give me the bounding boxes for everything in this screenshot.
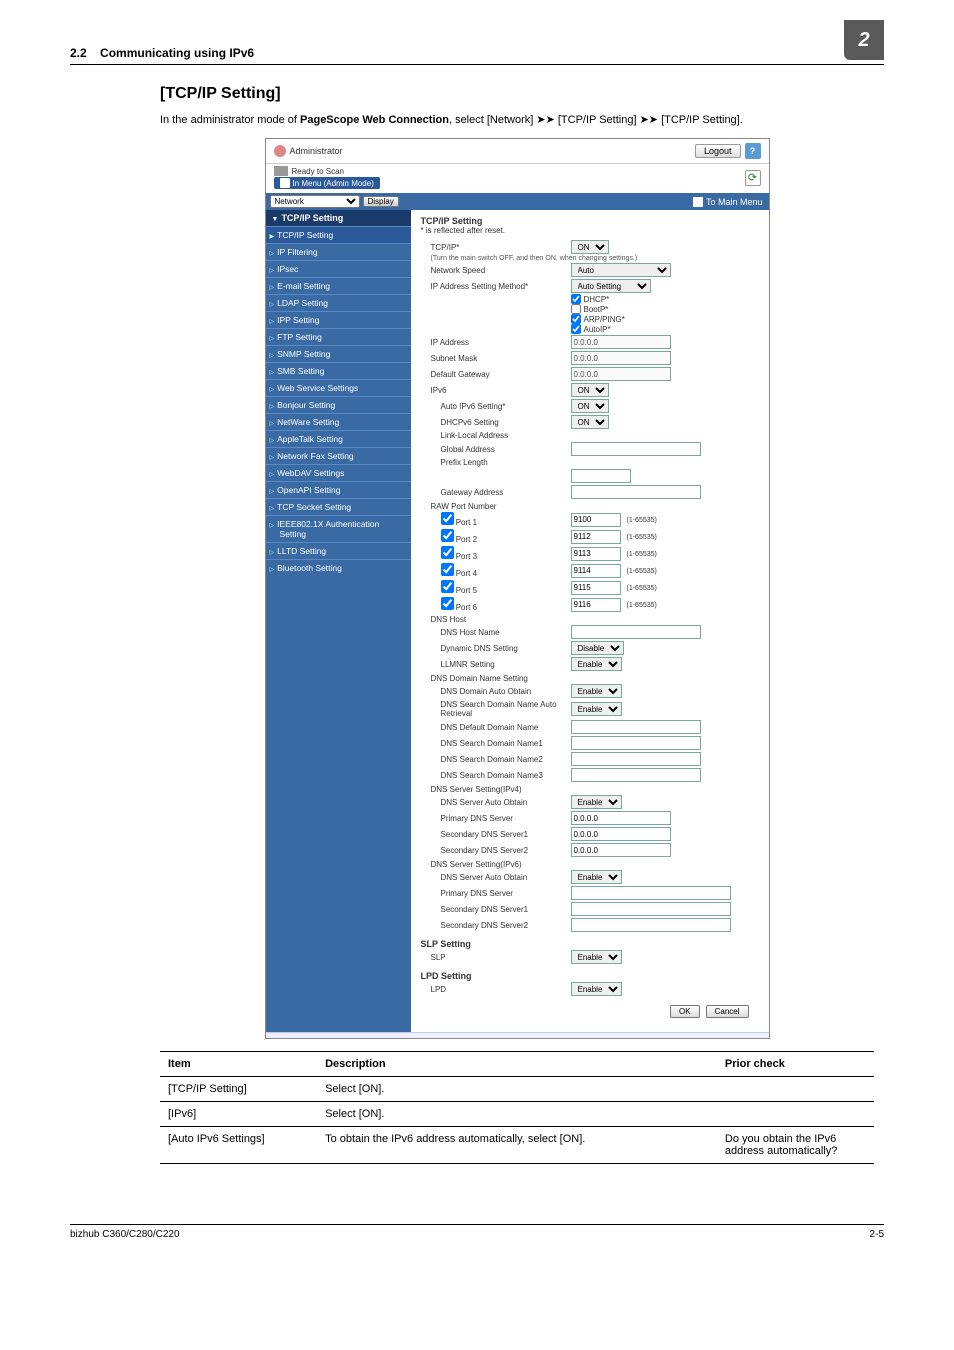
ddn-input[interactable] [571, 720, 701, 734]
dnshost-input[interactable] [571, 625, 701, 639]
gateway6-input[interactable] [571, 485, 701, 499]
dda-select[interactable]: Enable [571, 684, 622, 698]
autoip-check[interactable] [571, 324, 581, 334]
sidebar-item[interactable]: FTP Setting [266, 328, 411, 345]
settings-panel: TCP/IP Setting * is reflected after rese… [411, 210, 769, 1032]
dhcp-check[interactable] [571, 294, 581, 304]
dyndns-select[interactable]: Disable [571, 641, 624, 655]
autoipv6-select[interactable]: ON [571, 399, 609, 413]
main-menu-icon [693, 197, 703, 207]
dhcpv6-select[interactable]: ON [571, 415, 609, 429]
slp-select[interactable]: Enable [571, 950, 622, 964]
intro-text: In the administrator mode of PageScope W… [160, 113, 874, 128]
lpd-select[interactable]: Enable [571, 982, 622, 996]
display-button[interactable]: Display [363, 196, 399, 207]
port-input[interactable] [571, 564, 621, 578]
sidebar-item[interactable]: LLTD Setting [266, 542, 411, 559]
port-input[interactable] [571, 598, 621, 612]
network-select[interactable]: Network [270, 195, 360, 208]
panel-title: TCP/IP Setting [421, 216, 759, 226]
pdns-input[interactable] [571, 811, 671, 825]
sidebar-item[interactable]: TCP/IP Setting [266, 226, 411, 243]
page-title: [TCP/IP Setting] [160, 85, 874, 103]
doc-icon [280, 178, 290, 188]
pdns6-input[interactable] [571, 886, 731, 900]
table-row: [IPv6]Select [ON]. [160, 1102, 874, 1127]
gateway-input[interactable] [571, 367, 671, 381]
port-check[interactable] [441, 580, 454, 593]
refresh-icon[interactable]: ⟳ [745, 170, 761, 186]
port-input[interactable] [571, 513, 621, 527]
dsso4-select[interactable]: Enable [571, 795, 622, 809]
sidebar-item[interactable]: TCP Socket Setting [266, 498, 411, 515]
logout-button[interactable]: Logout [695, 144, 741, 158]
table-row: [Auto IPv6 Settings]To obtain the IPv6 a… [160, 1127, 874, 1164]
footer-page: 2-5 [870, 1229, 884, 1240]
to-main-menu[interactable]: To Main Menu [706, 197, 763, 207]
chapter-number: 2 [844, 20, 884, 60]
table-row: [TCP/IP Setting]Select [ON]. [160, 1077, 874, 1102]
sidebar-item[interactable]: SNMP Setting [266, 345, 411, 362]
sidebar-item[interactable]: LDAP Setting [266, 294, 411, 311]
footer-model: bizhub C360/C280/C220 [70, 1229, 180, 1240]
port-input[interactable] [571, 581, 621, 595]
ipaddr-input[interactable] [571, 335, 671, 349]
sidebar-item[interactable]: Bluetooth Setting [266, 559, 411, 576]
sdns2-input[interactable] [571, 843, 671, 857]
dsn3-input[interactable] [571, 768, 701, 782]
port-check[interactable] [441, 529, 454, 542]
prefix-input[interactable] [571, 469, 631, 483]
sidebar-item[interactable]: OpenAPI Setting [266, 481, 411, 498]
sidebar-item[interactable]: SMB Setting [266, 362, 411, 379]
ipmethod-select[interactable]: Auto Setting [571, 279, 651, 293]
sidebar: TCP/IP Setting TCP/IP SettingIP Filterin… [266, 210, 411, 1032]
subnet-input[interactable] [571, 351, 671, 365]
port-check[interactable] [441, 563, 454, 576]
cancel-button[interactable]: Cancel [706, 1005, 749, 1018]
sdns1-input[interactable] [571, 827, 671, 841]
port-check[interactable] [441, 597, 454, 610]
tcpip-select[interactable]: ON [571, 240, 609, 254]
sidebar-item[interactable]: Network Fax Setting [266, 447, 411, 464]
port-input[interactable] [571, 547, 621, 561]
port-input[interactable] [571, 530, 621, 544]
user-icon [274, 145, 286, 157]
info-table: Item Description Prior check [TCP/IP Set… [160, 1051, 874, 1164]
global-addr-input[interactable] [571, 442, 701, 456]
llmnr-select[interactable]: Enable [571, 657, 622, 671]
port-check[interactable] [441, 546, 454, 559]
sdns62-input[interactable] [571, 918, 731, 932]
sidebar-item[interactable]: WebDAV Settings [266, 464, 411, 481]
dsa-select[interactable]: Enable [571, 702, 622, 716]
sidebar-item[interactable]: AppleTalk Setting [266, 430, 411, 447]
help-icon[interactable]: ? [745, 143, 761, 159]
sdns61-input[interactable] [571, 902, 731, 916]
admin-label: Administrator [290, 146, 343, 156]
arp-check[interactable] [571, 314, 581, 324]
sidebar-item[interactable]: IPP Setting [266, 311, 411, 328]
sidebar-item[interactable]: NetWare Setting [266, 413, 411, 430]
netspeed-select[interactable]: Auto [571, 263, 671, 277]
sidebar-item[interactable]: IPsec [266, 260, 411, 277]
bootp-check[interactable] [571, 304, 581, 314]
dsn1-input[interactable] [571, 736, 701, 750]
scrollbar[interactable] [266, 1032, 769, 1038]
sidebar-item[interactable]: E-mail Setting [266, 277, 411, 294]
printer-icon [274, 166, 288, 176]
sidebar-item[interactable]: IP Filtering [266, 243, 411, 260]
sidebar-item[interactable]: IEEE802.1X Authentication Setting [266, 515, 411, 542]
sidebar-item[interactable]: Bonjour Setting [266, 396, 411, 413]
sidebar-item[interactable]: Web Service Settings [266, 379, 411, 396]
port-check[interactable] [441, 512, 454, 525]
screenshot-panel: Administrator Logout ? Ready to Scan In … [265, 138, 770, 1039]
section-header: 2.2 Communicating using IPv6 [70, 46, 254, 60]
ok-button[interactable]: OK [670, 1005, 700, 1018]
dsn2-input[interactable] [571, 752, 701, 766]
ipv6-select[interactable]: ON [571, 383, 609, 397]
sidebar-head[interactable]: TCP/IP Setting [266, 210, 411, 226]
dsso6-select[interactable]: Enable [571, 870, 622, 884]
